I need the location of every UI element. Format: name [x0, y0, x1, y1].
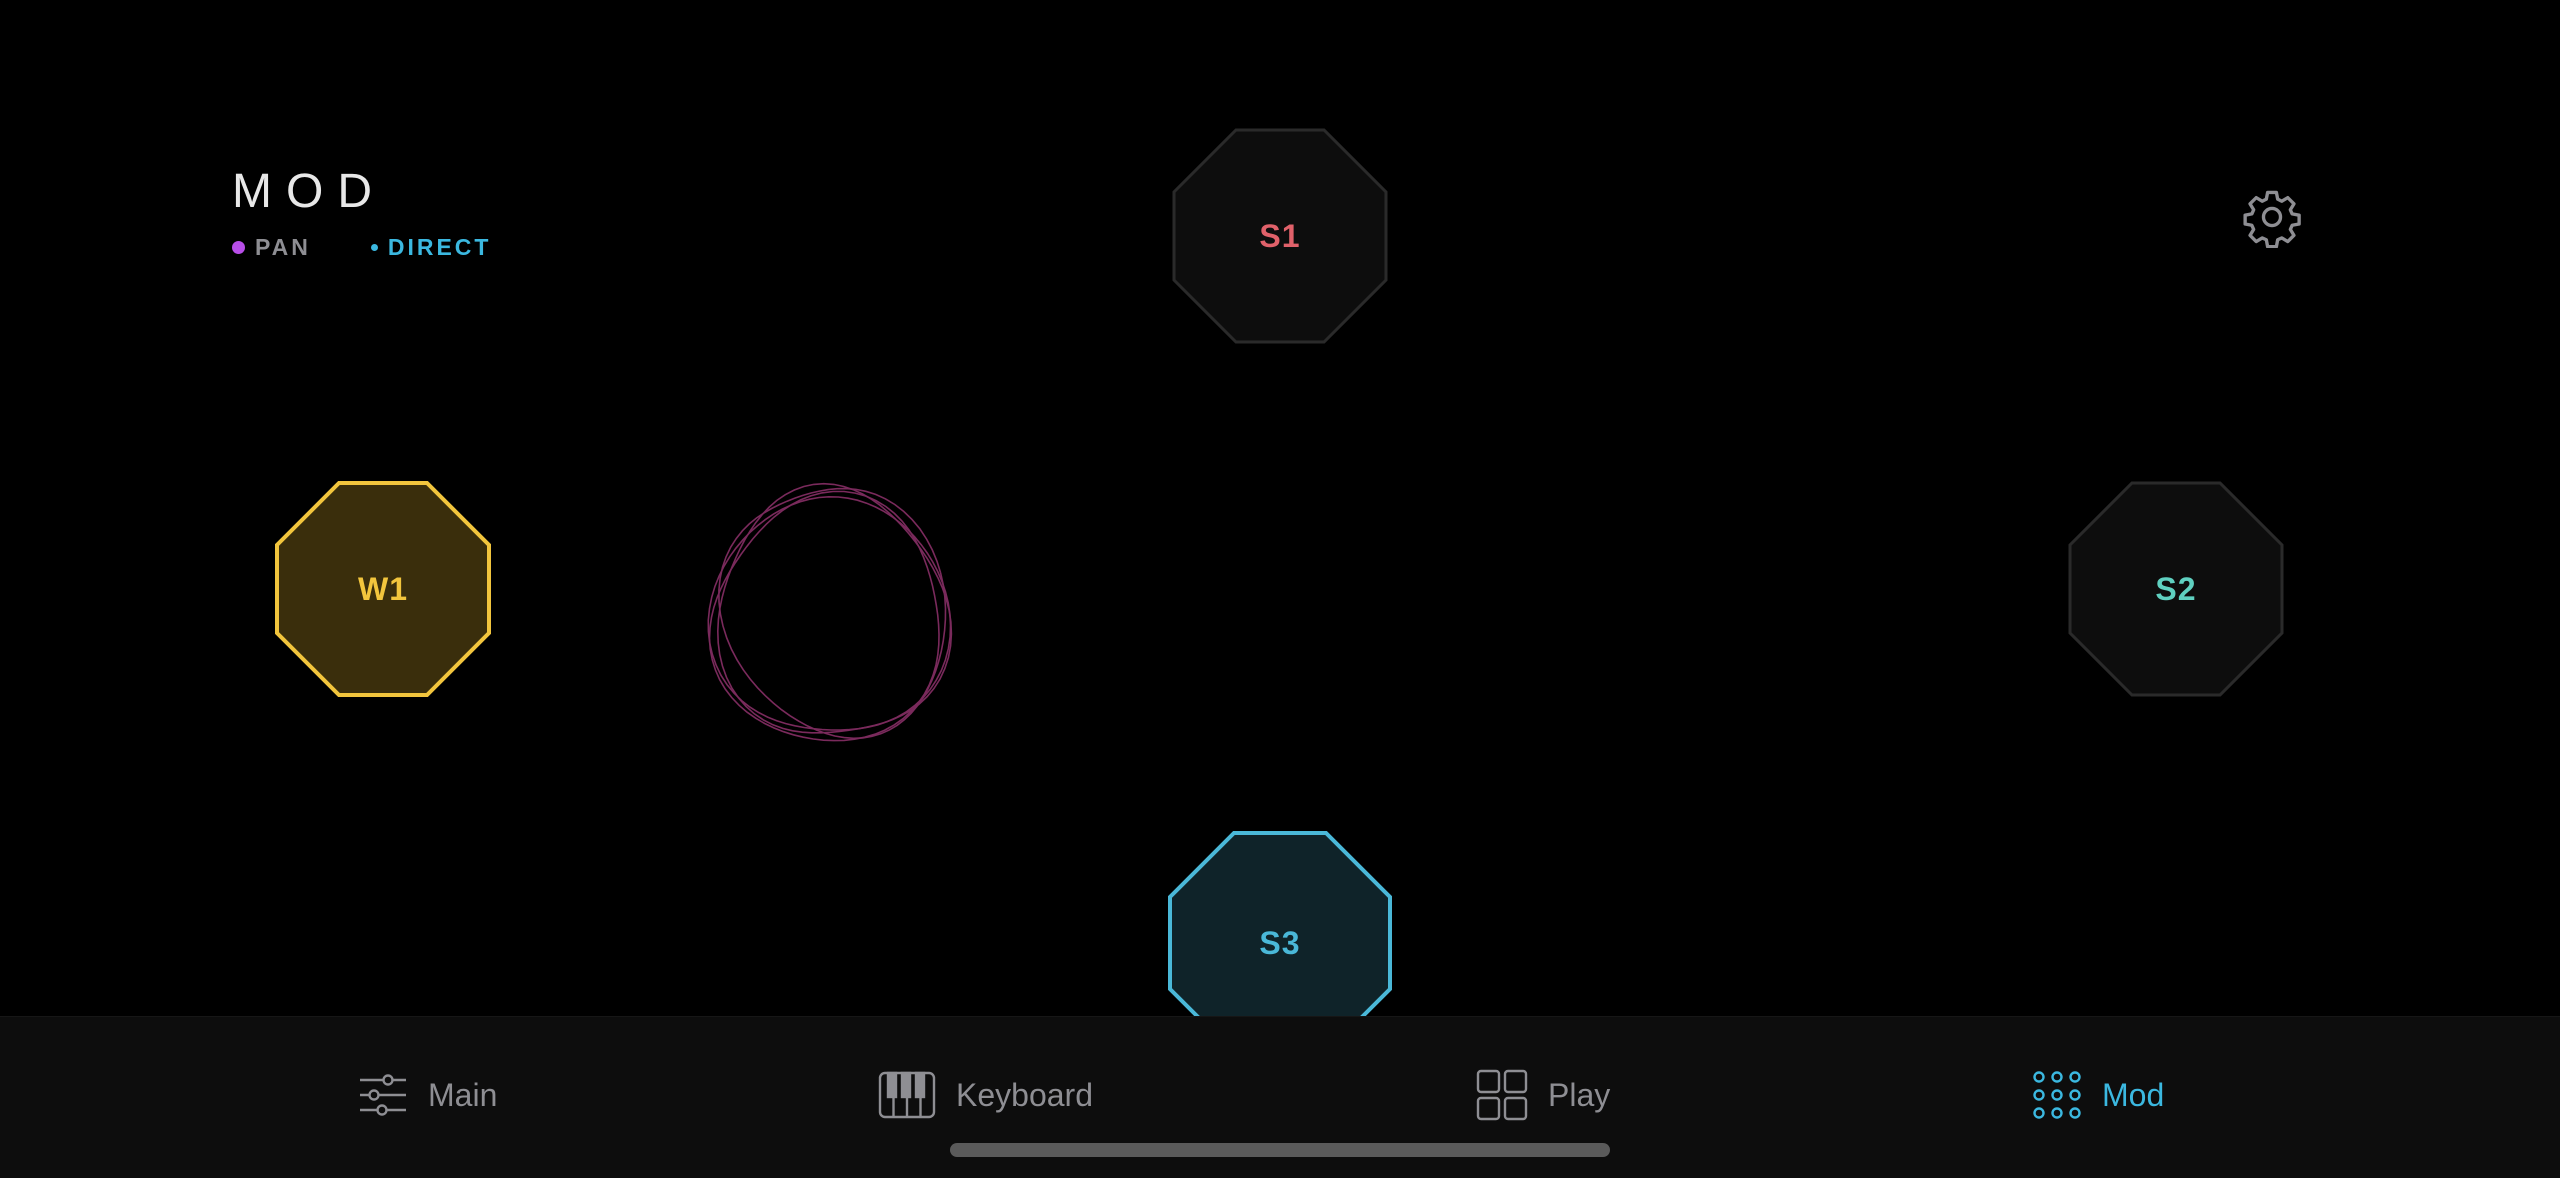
- legend-pan-label: PAN: [255, 234, 311, 260]
- tab-mod-label: Mod: [2102, 1076, 2165, 1113]
- node-w1-label: W1: [358, 570, 408, 607]
- node-s2-label: S2: [2155, 570, 2197, 607]
- grid-squares-icon: [1476, 1069, 1528, 1121]
- node-w1[interactable]: W1: [275, 481, 491, 697]
- tab-play[interactable]: Play: [1476, 1065, 1610, 1125]
- node-s1[interactable]: S1: [1172, 128, 1388, 344]
- sliders-icon: [360, 1074, 406, 1116]
- piano-keys-icon: [878, 1071, 936, 1119]
- page-title: MOD: [232, 165, 386, 218]
- orbit-loop: [707, 495, 952, 731]
- modulation-orbit: [690, 465, 970, 765]
- tab-keyboard-label: Keyboard: [956, 1076, 1093, 1113]
- mod-legend: PAN DIRECT: [232, 236, 491, 259]
- tab-play-label: Play: [1548, 1076, 1611, 1113]
- dot-grid-icon: [2033, 1071, 2081, 1119]
- home-indicator: [950, 1143, 1610, 1157]
- tab-keyboard[interactable]: Keyboard: [878, 1065, 1093, 1125]
- tab-mod[interactable]: Mod: [2032, 1065, 2164, 1125]
- direct-dot-icon: [370, 244, 378, 251]
- mod-canvas[interactable]: MOD PAN DIRECT S1 W1 S2 S3: [0, 0, 2560, 1055]
- pan-dot-icon: [232, 241, 245, 254]
- node-s1-label: S1: [1259, 217, 1301, 254]
- tab-main-label: Main: [428, 1076, 498, 1113]
- settings-button[interactable]: [2240, 185, 2304, 249]
- node-s2[interactable]: S2: [2068, 481, 2284, 697]
- gear-icon: [2243, 190, 2301, 248]
- tab-main[interactable]: Main: [358, 1065, 497, 1125]
- legend-direct-label: DIRECT: [387, 234, 492, 260]
